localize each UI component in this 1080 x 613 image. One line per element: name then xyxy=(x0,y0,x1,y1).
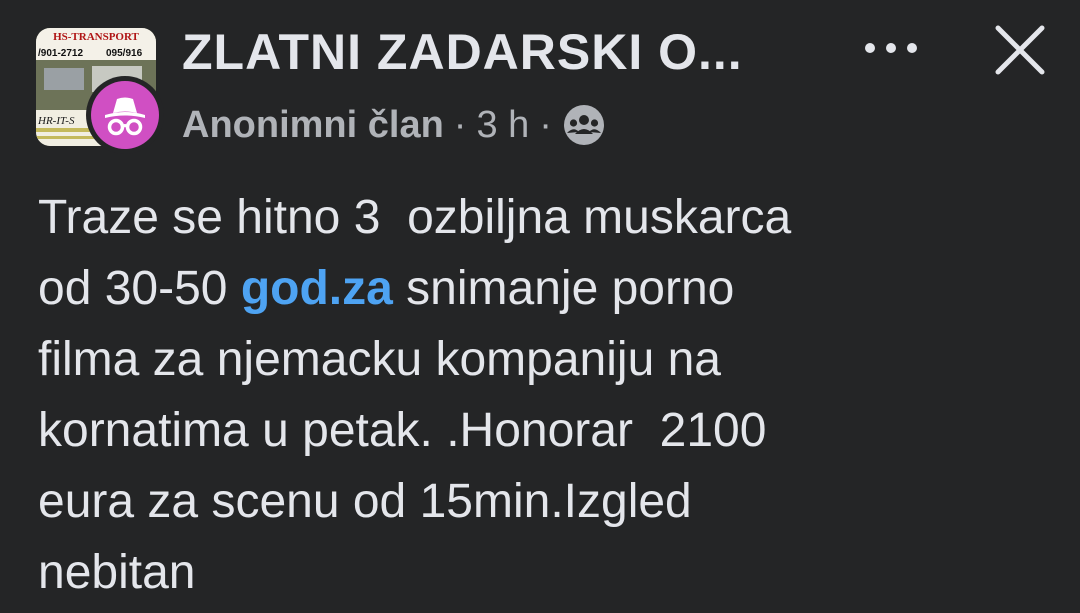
meta-separator: · xyxy=(453,103,467,146)
post-text-line: od 30-50 god.za snimanje porno xyxy=(38,253,1048,324)
anonymous-incognito-icon xyxy=(105,97,145,136)
post-text-line: Traze se hitno 3 ozbiljna muskarca xyxy=(38,191,792,244)
more-options-icon xyxy=(865,43,917,53)
post-text-segment: snimanje porno xyxy=(392,262,735,315)
close-icon xyxy=(995,25,1045,75)
more-options-button[interactable] xyxy=(856,26,926,70)
post-card: HS-TRANSPORT /901-2712 095/916 HR-IT-S Z… xyxy=(0,0,1080,613)
meta-separator: · xyxy=(539,103,552,146)
anonymous-avatar[interactable] xyxy=(86,76,164,154)
post-body: Traze se hitno 3 ozbiljna muskarca od 30… xyxy=(38,182,1048,608)
post-text-line: eura za scenu od 15min.Izgled xyxy=(38,475,692,528)
group-title[interactable]: ZLATNI ZADARSKI O... xyxy=(182,22,743,82)
avatar-brand-text: HS-TRANSPORT xyxy=(53,31,139,43)
post-text-line: kornatima u petak. .Honorar 2100 xyxy=(38,404,767,457)
avatar-phone-1: /901-2712 xyxy=(38,48,83,59)
post-text-line: nebitan xyxy=(38,546,196,599)
group-members-icon xyxy=(562,103,606,147)
post-header: HS-TRANSPORT /901-2712 095/916 HR-IT-S Z… xyxy=(0,0,1080,160)
close-button[interactable] xyxy=(990,20,1050,80)
inline-link[interactable]: god.za xyxy=(241,262,393,315)
post-text-line: filma za njemacku kompaniju na xyxy=(38,333,721,386)
post-text-segment: od 30-50 xyxy=(38,262,241,315)
post-meta: Anonimni član · 3 h · xyxy=(182,100,606,150)
post-time[interactable]: 3 h xyxy=(476,104,529,147)
avatar-phone-2: 095/916 xyxy=(106,48,143,59)
avatar-text-mid: HR-IT-S xyxy=(37,115,75,127)
author-name[interactable]: Anonimni član xyxy=(182,104,444,147)
